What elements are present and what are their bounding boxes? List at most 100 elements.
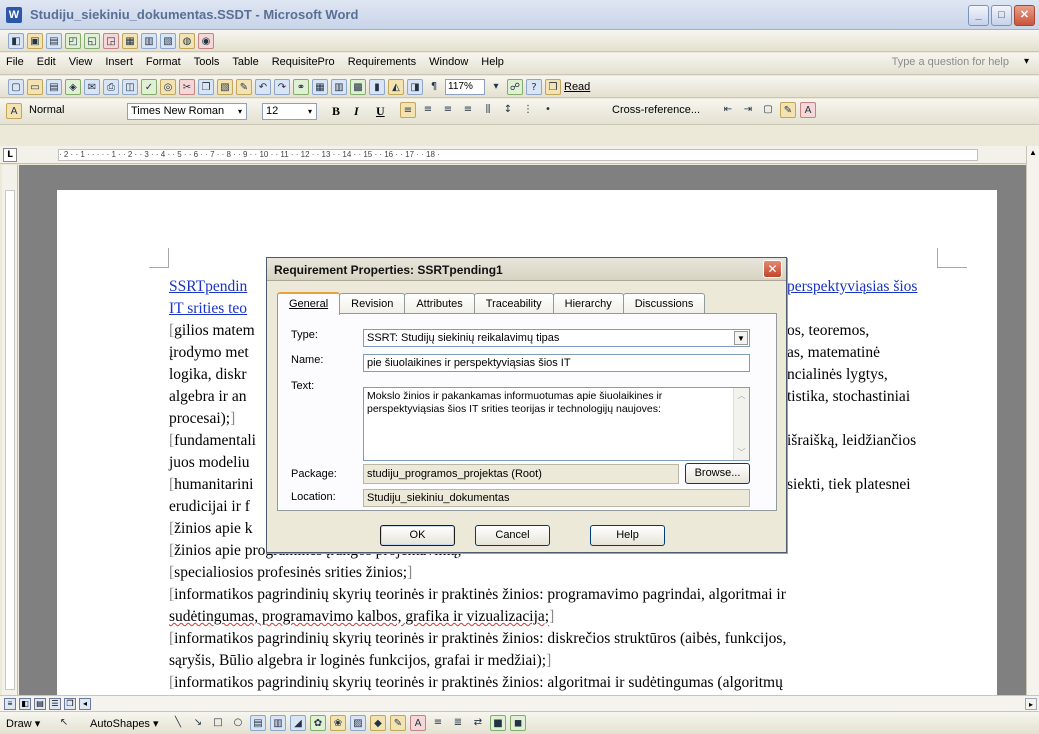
requirement-link[interactable]: IT srities teo (169, 300, 247, 317)
numbering-icon[interactable]: ⋮ (520, 102, 536, 118)
save-icon[interactable]: ▤ (46, 79, 62, 95)
copy-icon[interactable]: ❐ (198, 79, 214, 95)
type-select[interactable]: SSRT: Studijų siekinių reikalavimų tipas… (363, 329, 750, 347)
hyperlink-icon[interactable]: ⚭ (293, 79, 309, 95)
menu-help[interactable]: Help (481, 56, 504, 68)
views-icon[interactable]: ▦ (122, 33, 138, 49)
tab-hierarchy[interactable]: Hierarchy (552, 293, 624, 314)
underline-button[interactable]: U (376, 104, 385, 119)
normal-view-icon[interactable]: ≡ (4, 698, 16, 710)
ok-button[interactable]: OK (380, 525, 455, 546)
print-view-icon[interactable]: ▤ (34, 698, 46, 710)
requirement-link[interactable]: SSRTpendin (169, 278, 247, 295)
bold-button[interactable]: B (332, 104, 340, 119)
cross-reference-button[interactable]: Cross-reference... (612, 104, 700, 116)
decrease-indent-icon[interactable]: ⇤ (720, 102, 736, 118)
select-objects-icon[interactable]: ↖ (56, 715, 72, 731)
tables-borders-icon[interactable]: ▦ (312, 79, 328, 95)
browse-button[interactable]: Browse... (685, 463, 750, 484)
menu-table[interactable]: Table (232, 56, 258, 68)
help-search-input[interactable]: Type a question for help (892, 56, 1009, 68)
show-hide-icon[interactable]: ¶ (426, 79, 442, 95)
requirement-properties-icon[interactable]: ◱ (84, 33, 100, 49)
columns-icon[interactable]: ▮ (369, 79, 385, 95)
sharing-icon[interactable]: ☍ (507, 79, 523, 95)
font-color-icon[interactable]: A (410, 715, 426, 731)
wordart-icon[interactable]: ◢ (290, 715, 306, 731)
scroll-right-icon[interactable]: ▸ (1025, 698, 1037, 710)
print-preview-icon[interactable]: ◫ (122, 79, 138, 95)
format-painter-icon[interactable]: ✎ (236, 79, 252, 95)
text-area[interactable]: Mokslo žinios ir pakankamas informuotuma… (363, 387, 750, 461)
project-icon[interactable]: ▣ (27, 33, 43, 49)
vertical-ruler-track[interactable] (5, 190, 15, 690)
menu-insert[interactable]: Insert (105, 56, 133, 68)
tab-revision[interactable]: Revision (339, 293, 406, 314)
web-view-icon[interactable]: ◧ (19, 698, 31, 710)
help-button[interactable]: Help (590, 525, 665, 546)
line-spacing-icon[interactable]: ↕ (500, 102, 516, 118)
minimize-button[interactable]: _ (968, 5, 989, 26)
close-window-button[interactable]: ✕ (1014, 5, 1035, 26)
undo-icon[interactable]: ↶ (255, 79, 271, 95)
drawing-icon[interactable]: ◭ (388, 79, 404, 95)
fill-color-icon[interactable]: ◆ (370, 715, 386, 731)
font-select[interactable]: Times New Roman ▾ (127, 103, 247, 120)
name-input[interactable]: pie šiuolaikines ir perspektyviąsias šio… (363, 354, 750, 372)
requirement-link[interactable]: perspektyviąsias šios (787, 276, 917, 298)
help-icon[interactable]: ? (526, 79, 542, 95)
find-icon[interactable]: ◍ (179, 33, 195, 49)
reading-view-icon[interactable]: ❒ (64, 698, 76, 710)
text-scrollbar[interactable]: ︿ ﹀ (733, 388, 749, 460)
print-icon[interactable]: ⎙ (103, 79, 119, 95)
shadow-icon[interactable]: ■ (490, 715, 506, 731)
rectangle-icon[interactable]: □ (210, 715, 226, 731)
chevron-down-icon[interactable]: ▾ (1024, 56, 1029, 67)
oval-icon[interactable]: ○ (230, 715, 246, 731)
tab-attributes[interactable]: Attributes (404, 293, 475, 314)
tab-general[interactable]: General (277, 292, 341, 315)
document-map-icon[interactable]: ◨ (407, 79, 423, 95)
read-icon[interactable]: ❒ (545, 79, 561, 95)
align-left-icon[interactable]: ≡ (400, 102, 416, 118)
tab-selector-icon[interactable]: L (3, 148, 17, 162)
style-select[interactable]: Normal (26, 103, 118, 120)
menu-requirements[interactable]: Requirements (348, 56, 416, 68)
menu-file[interactable]: File (6, 56, 24, 68)
open-icon[interactable]: ◧ (8, 33, 24, 49)
open-folder-icon[interactable]: ▭ (27, 79, 43, 95)
menu-window[interactable]: Window (429, 56, 468, 68)
line-style-icon[interactable]: ≡ (430, 715, 446, 731)
chevron-down-icon[interactable]: ▾ (488, 79, 504, 95)
redo-icon[interactable]: ↷ (274, 79, 290, 95)
email-icon[interactable]: ✉ (84, 79, 100, 95)
cancel-button[interactable]: Cancel (475, 525, 550, 546)
new-document-icon[interactable]: ▢ (8, 79, 24, 95)
menu-format[interactable]: Format (146, 56, 181, 68)
vertical-scrollbar[interactable]: ▲ (1026, 146, 1039, 695)
menu-view[interactable]: View (69, 56, 93, 68)
styles-icon[interactable]: A (6, 103, 22, 119)
increase-indent-icon[interactable]: ⇥ (740, 102, 756, 118)
font-size-select[interactable]: 12 ▾ (262, 103, 317, 120)
font-color-icon[interactable]: A (800, 102, 816, 118)
dash-style-icon[interactable]: ≣ (450, 715, 466, 731)
line-icon[interactable]: ╲ (170, 715, 186, 731)
insert-excel-icon[interactable]: ▩ (350, 79, 366, 95)
menu-tools[interactable]: Tools (194, 56, 220, 68)
copy-icon[interactable]: ▥ (141, 33, 157, 49)
close-icon[interactable]: ✕ (763, 260, 782, 278)
textbox-icon[interactable]: ▤ (250, 715, 266, 731)
permission-icon[interactable]: ◈ (65, 79, 81, 95)
highlight-icon[interactable]: ✎ (780, 102, 796, 118)
line-color-icon[interactable]: ✎ (390, 715, 406, 731)
paste-icon[interactable]: ▧ (160, 33, 176, 49)
italic-button[interactable]: I (354, 104, 359, 119)
bullets-icon[interactable]: • (540, 102, 556, 118)
outline-view-icon[interactable]: ☰ (49, 698, 61, 710)
paste-icon[interactable]: ▧ (217, 79, 233, 95)
cut-icon[interactable]: ✂ (179, 79, 195, 95)
tab-discussions[interactable]: Discussions (622, 293, 706, 314)
clipart-icon[interactable]: ❀ (330, 715, 346, 731)
save-icon[interactable]: ▤ (46, 33, 62, 49)
